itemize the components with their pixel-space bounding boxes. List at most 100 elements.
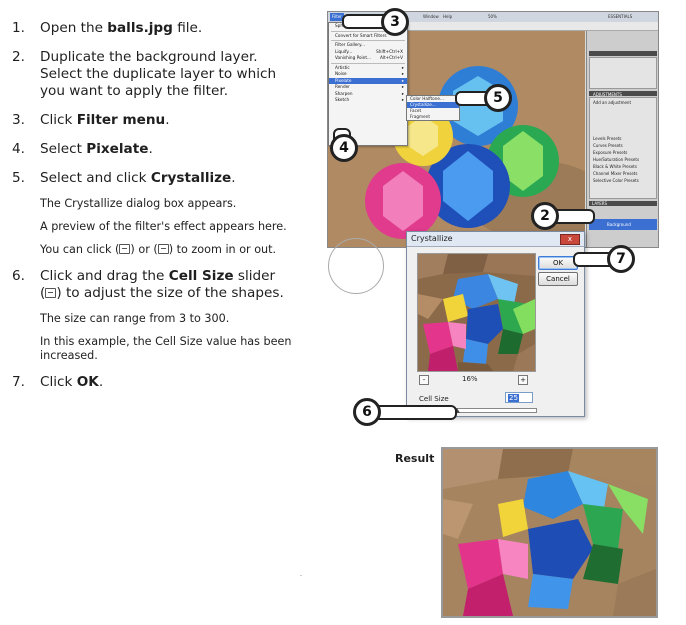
callout-3: 3 <box>381 8 409 36</box>
step-number: 5. <box>12 170 25 186</box>
cell-size-slider[interactable] <box>453 408 537 413</box>
photoshop-screenshot: Filter Window Help 50% ESSENTIALS ADJUST… <box>327 11 659 248</box>
menu-help[interactable]: Help <box>443 14 452 19</box>
note-preview: A preview of the filter's effect appears… <box>40 220 287 233</box>
step-number: 2. <box>12 49 25 65</box>
step-text: Select <box>40 141 87 157</box>
pixelate-submenu: Color Halftone... Crystallize... Facet F… <box>406 95 460 121</box>
workspace-switcher[interactable]: ESSENTIALS <box>608 14 632 19</box>
adjustments-title: ADJUSTMENTS <box>593 92 622 97</box>
layer-name: Background <box>607 222 631 227</box>
step-text: Open the <box>40 20 108 36</box>
step-text-end: file. <box>172 20 203 36</box>
menu-item[interactable]: Sketch ▸ <box>329 97 407 104</box>
crystallized-preview-image <box>418 254 535 371</box>
menu-item-label: Noise <box>335 71 347 76</box>
step-text-end: . <box>231 170 236 186</box>
step-text-end: . <box>148 141 153 157</box>
menu-item-label: Liquify... <box>335 48 353 54</box>
zoom-in-icon <box>119 244 131 254</box>
note-zoom-text: You can click <box>40 243 112 256</box>
cell-size-label: Cell Size <box>419 395 449 403</box>
step-bold: Pixelate <box>86 141 149 157</box>
step-number: 1. <box>12 20 25 36</box>
step-text: Click and drag the <box>40 268 169 284</box>
callout-5: 5 <box>484 84 512 112</box>
step-2: 2. Duplicate the background layer. Selec… <box>12 49 302 100</box>
preset-item[interactable]: Exposure Presets <box>593 150 627 155</box>
menu-item-label: Filter Gallery... <box>335 42 366 47</box>
close-button[interactable]: x <box>560 234 580 245</box>
submenu-arrow-icon: ▸ <box>401 97 404 102</box>
preset-item[interactable]: Channel Mixer Presets <box>593 171 637 176</box>
step-text-end: . <box>98 374 104 390</box>
preset-item[interactable]: Hue/Saturation Presets <box>593 157 639 162</box>
zoom-in-button[interactable]: + <box>518 375 528 385</box>
magnifier-circle <box>328 238 384 294</box>
layers-panel-header: LAYERS <box>589 201 657 206</box>
menu-item-label: Vanishing Point... <box>335 55 371 60</box>
menu-separator <box>331 40 405 41</box>
preset-item[interactable]: Levels Presets <box>593 136 621 141</box>
zoom-level[interactable]: 50% <box>488 14 497 19</box>
layer-row-selected[interactable]: Background <box>589 219 657 230</box>
step-text-line2: to adjust the size of the shapes. <box>65 285 284 301</box>
step-7: 7. Click OK. <box>12 374 302 391</box>
note-dialog-appears: The Crystallize dialog box appears. <box>40 197 237 210</box>
step-text: Select and click <box>40 170 151 186</box>
divider-mark <box>300 575 302 576</box>
preset-item[interactable]: Black & White Presets <box>593 164 637 169</box>
right-panels: ADJUSTMENTS Add an adjustment Levels Pre… <box>586 31 658 247</box>
note-size-range: The size can range from 3 to 300. <box>40 312 230 325</box>
step-text: Click <box>40 374 77 390</box>
cell-size-value: 25 <box>508 394 519 402</box>
crystallized-result-image <box>443 449 656 616</box>
menu-separator <box>331 62 405 64</box>
step-bold: OK <box>76 374 99 390</box>
step-bold: balls.jpg <box>107 20 173 36</box>
callout-7: 7 <box>607 245 635 273</box>
step-text: Click <box>40 112 77 128</box>
menu-item[interactable]: Vanishing Point... Alt+Ctrl+V <box>329 55 407 62</box>
note-zoom-or: or <box>138 243 150 256</box>
step-5: 5. Select and click Crystallize. <box>12 170 302 187</box>
submenu-item[interactable]: Fragment <box>407 114 459 120</box>
adjustments-subtitle: Add an adjustment <box>593 100 632 105</box>
crystallize-dialog: Crystallize x OK Cancel - 16% + Cell Siz… <box>406 231 585 417</box>
step-3: 3. Click Filter menu. <box>12 112 302 129</box>
step-4: 4. Select Pixelate. <box>12 141 302 158</box>
cell-size-input[interactable]: 25 <box>505 392 533 403</box>
result-image <box>441 447 658 618</box>
preset-item[interactable]: Selective Color Presets <box>593 178 639 183</box>
step-number: 3. <box>12 112 25 128</box>
filter-preview[interactable] <box>417 253 536 372</box>
ok-button[interactable]: OK <box>538 256 578 270</box>
zoom-out-button[interactable]: - <box>419 375 429 385</box>
step-number: 7. <box>12 374 25 390</box>
menu-item-label: Convert for Smart Filters <box>335 32 387 38</box>
step-6: 6. Click and drag the Cell Size slider (… <box>12 268 284 301</box>
step-bold: Crystallize <box>150 170 232 186</box>
menu-item-label: Sketch <box>335 97 350 102</box>
menu-window[interactable]: Window <box>423 14 439 19</box>
result-label: Result <box>395 452 435 465</box>
step-bold: Cell Size <box>168 268 234 284</box>
step-bold: Filter menu <box>76 112 166 128</box>
color-panel <box>589 57 657 89</box>
dialog-title: Crystallize <box>407 232 584 247</box>
zoom-out-icon <box>157 244 169 254</box>
step-1: 1. Open the balls.jpg file. <box>12 20 302 37</box>
layers-tab[interactable]: LAYERS <box>592 201 607 206</box>
step-number: 4. <box>12 141 25 157</box>
menu-item-label: Sharpen <box>335 90 353 96</box>
step-number: 6. <box>12 268 25 284</box>
callout-4: 4 <box>330 134 358 162</box>
color-panel-header <box>589 51 657 56</box>
preset-item[interactable]: Curves Presets <box>593 143 623 148</box>
menu-shortcut: Alt+Ctrl+V <box>379 55 403 60</box>
menu-item-label: Artistic <box>335 64 350 70</box>
cancel-button[interactable]: Cancel <box>538 272 578 286</box>
note-zoom: You can click () or () to zoom in or out… <box>40 243 277 256</box>
menu-item-label: Render <box>335 84 350 89</box>
step-text-end: slider <box>233 268 276 284</box>
